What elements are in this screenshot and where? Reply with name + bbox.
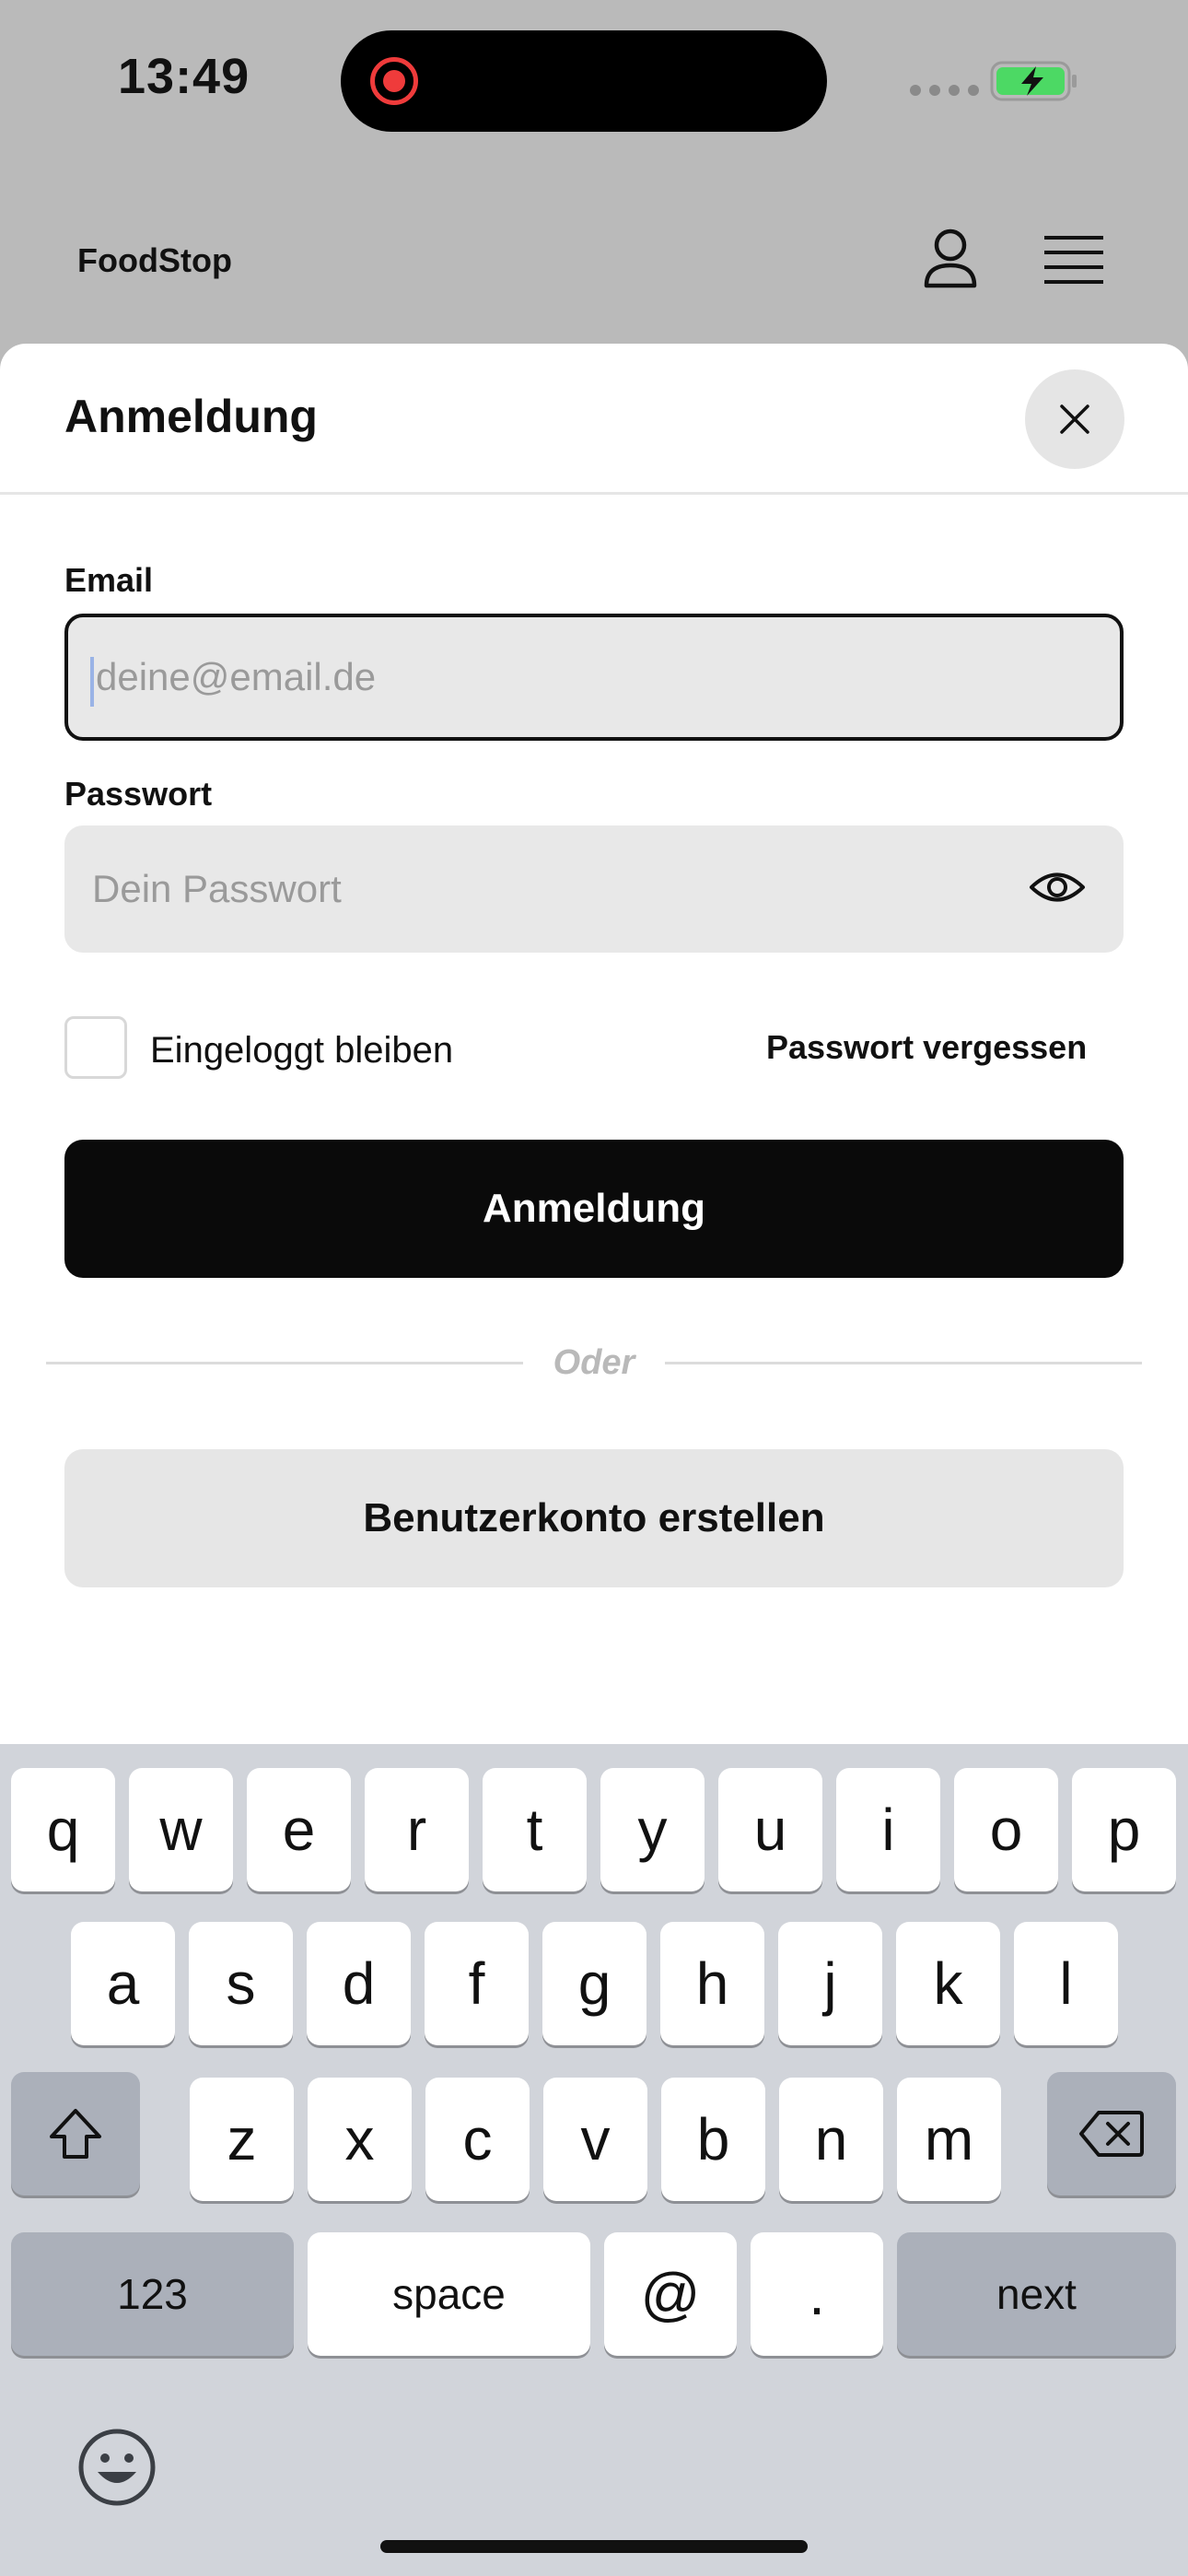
key-p[interactable]: p xyxy=(1072,1768,1176,1891)
at-key[interactable]: @ xyxy=(604,2232,737,2356)
delete-key[interactable] xyxy=(1047,2072,1176,2195)
divider-line-right xyxy=(665,1362,1142,1364)
key-j[interactable]: j xyxy=(778,1922,882,2045)
status-bar: 13:49 xyxy=(0,0,1188,166)
close-button[interactable] xyxy=(1025,369,1124,469)
key-s[interactable]: s xyxy=(189,1922,293,2045)
shift-key[interactable] xyxy=(11,2072,140,2195)
key-u[interactable]: u xyxy=(718,1768,822,1891)
key-g[interactable]: g xyxy=(542,1922,646,2045)
next-key[interactable]: next xyxy=(897,2232,1176,2356)
login-button[interactable]: Anmeldung xyxy=(64,1140,1124,1278)
brand-logo[interactable]: FoodStop xyxy=(77,241,232,280)
text-caret xyxy=(90,657,94,707)
key-z[interactable]: z xyxy=(190,2078,294,2201)
divider-line-left xyxy=(46,1362,523,1364)
key-c[interactable]: c xyxy=(425,2078,530,2201)
space-key[interactable]: space xyxy=(308,2232,590,2356)
key-r[interactable]: r xyxy=(365,1768,469,1891)
keyboard: qwertyuiop asdfghjkl zxcvbnm 123 space @… xyxy=(0,1744,1188,2576)
forgot-password-link[interactable]: Passwort vergessen xyxy=(766,1028,1087,1067)
signal-icon xyxy=(910,85,979,96)
key-v[interactable]: v xyxy=(543,2078,647,2201)
password-label: Passwort xyxy=(64,775,213,813)
key-w[interactable]: w xyxy=(129,1768,233,1891)
key-f[interactable]: f xyxy=(425,1922,529,2045)
key-t[interactable]: t xyxy=(483,1768,587,1891)
email-label: Email xyxy=(64,561,154,599)
create-account-button[interactable]: Benutzerkonto erstellen xyxy=(64,1449,1124,1587)
key-o[interactable]: o xyxy=(954,1768,1058,1891)
login-sheet: Anmeldung Email Passwort Eingeloggt blei… xyxy=(0,344,1188,1744)
app-header: FoodStop xyxy=(0,184,1188,341)
battery-charging-icon xyxy=(990,61,1077,101)
email-field[interactable] xyxy=(64,614,1124,741)
key-i[interactable]: i xyxy=(836,1768,940,1891)
divider-label: Oder xyxy=(553,1343,635,1382)
password-field[interactable] xyxy=(64,825,1124,953)
key-h[interactable]: h xyxy=(660,1922,764,2045)
eye-icon[interactable] xyxy=(1028,864,1087,910)
remember-me-checkbox[interactable] xyxy=(64,1016,127,1079)
user-icon[interactable] xyxy=(914,221,987,295)
key-q[interactable]: q xyxy=(11,1768,115,1891)
key-a[interactable]: a xyxy=(71,1922,175,2045)
dynamic-island xyxy=(341,30,827,132)
recording-indicator-icon xyxy=(370,57,418,105)
hamburger-menu-icon[interactable] xyxy=(1041,232,1107,291)
key-b[interactable]: b xyxy=(661,2078,765,2201)
emoji-icon[interactable] xyxy=(76,2426,158,2509)
key-k[interactable]: k xyxy=(896,1922,1000,2045)
remember-me-label[interactable]: Eingeloggt bleiben xyxy=(150,1030,453,1071)
key-x[interactable]: x xyxy=(308,2078,412,2201)
dot-key[interactable]: . xyxy=(751,2232,883,2356)
shift-icon xyxy=(50,2109,101,2159)
key-y[interactable]: y xyxy=(600,1768,705,1891)
numbers-key[interactable]: 123 xyxy=(11,2232,294,2356)
close-icon xyxy=(1060,404,1089,434)
key-l[interactable]: l xyxy=(1014,1922,1118,2045)
key-n[interactable]: n xyxy=(779,2078,883,2201)
home-indicator xyxy=(380,2540,808,2553)
key-d[interactable]: d xyxy=(307,1922,411,2045)
backspace-icon xyxy=(1079,2111,1144,2157)
sheet-header: Anmeldung xyxy=(0,344,1188,495)
key-m[interactable]: m xyxy=(897,2078,1001,2201)
status-time: 13:49 xyxy=(118,49,250,104)
key-e[interactable]: e xyxy=(247,1768,351,1891)
sheet-title: Anmeldung xyxy=(64,391,318,442)
